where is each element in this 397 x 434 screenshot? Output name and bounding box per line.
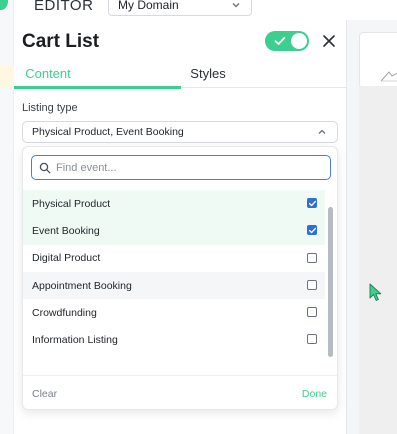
close-icon[interactable] [320,32,338,50]
active-tab-indicator [14,86,181,89]
search-box[interactable] [31,155,331,180]
listing-type-select[interactable]: Physical Product, Event Booking [22,121,338,143]
site-logo-icon [380,71,397,82]
chevron-down-icon [232,3,240,8]
option-event-booking[interactable]: Event Booking [23,217,325,245]
option-information-listing[interactable]: Information Listing [23,326,325,353]
brand-logo [0,0,8,10]
dropdown-footer: Clear Done [23,375,337,409]
clear-button[interactable]: Clear [32,388,57,400]
option-checkbox[interactable] [307,334,317,345]
domain-select-label: My Domain [118,0,179,12]
tab-content[interactable]: Content [14,66,82,81]
check-icon [308,228,317,234]
pointer-cursor-icon [369,283,382,301]
listing-type-label: Listing type [22,102,78,114]
panel-header: Cart List [14,20,346,64]
left-gutter-highlight [0,66,14,88]
option-label: Event Booking [32,224,100,237]
canvas-body [359,86,397,434]
listing-type-dropdown: Physical Product Event Booking Digital P… [22,146,338,410]
tab-bar: Content Styles [14,64,346,89]
option-checkbox[interactable] [307,279,317,290]
listing-type-value: Physical Product, Event Booking [32,126,184,138]
option-physical-product[interactable]: Physical Product [23,190,325,218]
top-bar: EDITOR My Domain [14,0,397,20]
enable-toggle[interactable] [265,31,309,51]
toggle-knob [291,33,307,49]
check-icon [308,200,317,207]
domain-select[interactable]: My Domain [108,0,252,16]
tab-styles[interactable]: Styles [174,66,242,81]
option-checkbox[interactable] [307,225,317,236]
option-digital-product[interactable]: Digital Product [23,245,325,272]
canvas-header-card [359,32,397,88]
left-gutter [0,0,14,434]
option-label: Appointment Booking [32,279,132,292]
option-label: Information Listing [32,334,118,347]
option-appointment-booking[interactable]: Appointment Booking [23,271,325,300]
option-checkbox[interactable] [307,198,317,208]
search-icon [39,162,51,173]
check-icon [274,36,286,45]
option-label: Digital Product [32,252,101,265]
option-list: Physical Product Event Booking Digital P… [23,190,325,354]
canvas-preview [347,20,397,434]
dropdown-scrollbar[interactable] [328,207,333,357]
search-input[interactable] [56,161,323,174]
panel-title: Cart List [22,31,100,52]
editor-label: EDITOR [34,0,94,14]
option-label: Crowdfunding [32,306,97,319]
done-button[interactable]: Done [302,388,327,400]
option-crowdfunding[interactable]: Crowdfunding [23,299,325,326]
settings-panel: Cart List Content Styles Listing type Ph… [14,20,347,434]
option-checkbox[interactable] [307,252,317,263]
option-checkbox[interactable] [307,307,317,318]
chevron-up-icon [318,129,326,134]
option-label: Physical Product [32,197,111,210]
